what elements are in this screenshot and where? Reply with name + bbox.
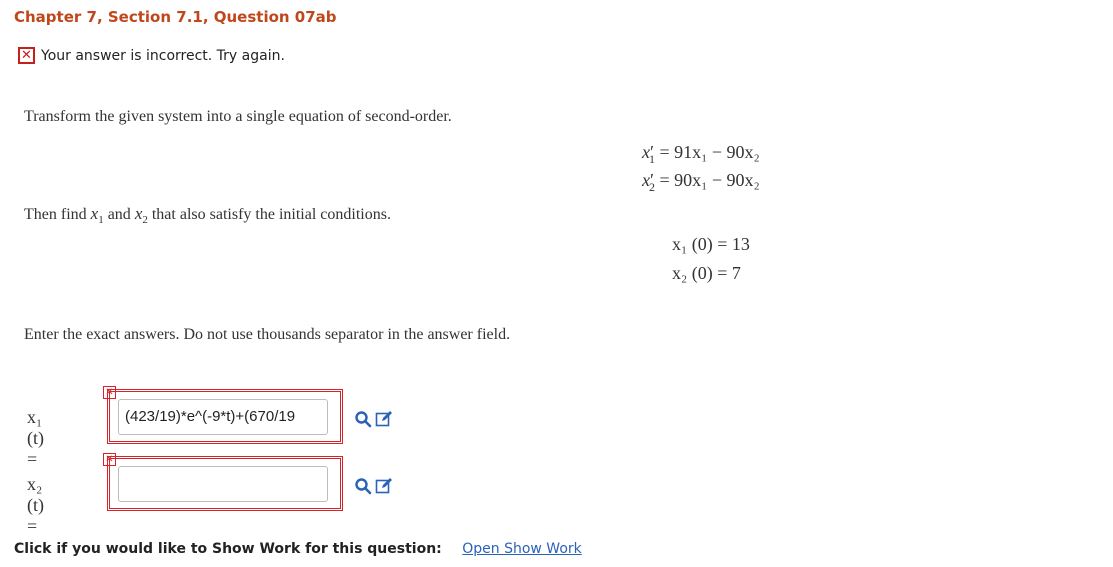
prompt-find-suffix: that also satisfy the initial conditions… <box>151 206 391 223</box>
feedback-banner: ✕ Your answer is incorrect. Try again. <box>18 47 285 64</box>
answer-frame-x1: (423/19)*e^(-9*t)+(670/19 <box>107 389 343 444</box>
edit-icon[interactable] <box>375 410 393 428</box>
prompt-find-and: and <box>107 206 131 223</box>
search-icon[interactable] <box>354 477 372 495</box>
answer-tools-x2 <box>354 477 394 497</box>
prompt-exact-answers: Enter the exact answers. Do not use thou… <box>24 326 511 343</box>
feedback-message: Your answer is incorrect. Try again. <box>41 47 285 64</box>
prompt-find-prefix: Then find <box>24 206 87 223</box>
edit-icon[interactable] <box>375 477 393 495</box>
open-show-work-link[interactable]: Open Show Work <box>462 541 582 557</box>
initial-condition-2: x₂ (0) = 7 <box>672 263 741 283</box>
search-icon[interactable] <box>354 410 372 428</box>
prompt-transform: Transform the given system into a single… <box>24 108 452 125</box>
answer-label-x2: x₂ (t) = <box>27 474 44 536</box>
incorrect-icon: ✕ <box>18 47 35 64</box>
show-work-prompt: Click if you would like to Show Work for… <box>14 541 442 557</box>
system-equation-2: x′2 = 90x₁ − 90x₂ <box>642 170 760 194</box>
answer-tools-x1 <box>354 410 394 430</box>
answer-input-x2[interactable] <box>118 466 328 502</box>
answer-frame-x2 <box>107 456 343 511</box>
prompt-find: Then find x1 and x2 that also satisfy th… <box>24 204 391 227</box>
answer-label-x1: x₁ (t) = <box>27 407 44 469</box>
answer-input-x1[interactable]: (423/19)*e^(-9*t)+(670/19 <box>118 399 328 435</box>
show-work-footer: Click if you would like to Show Work for… <box>14 541 582 557</box>
system-equation-1-rhs: = 91x₁ − 90x₂ <box>659 142 760 162</box>
system-equation-1: x′1 = 91x₁ − 90x₂ <box>642 142 760 166</box>
page-title: Chapter 7, Section 7.1, Question 07ab <box>14 8 337 26</box>
initial-condition-1: x₁ (0) = 13 <box>672 234 750 254</box>
system-equation-2-rhs: = 90x₁ − 90x₂ <box>659 170 760 190</box>
